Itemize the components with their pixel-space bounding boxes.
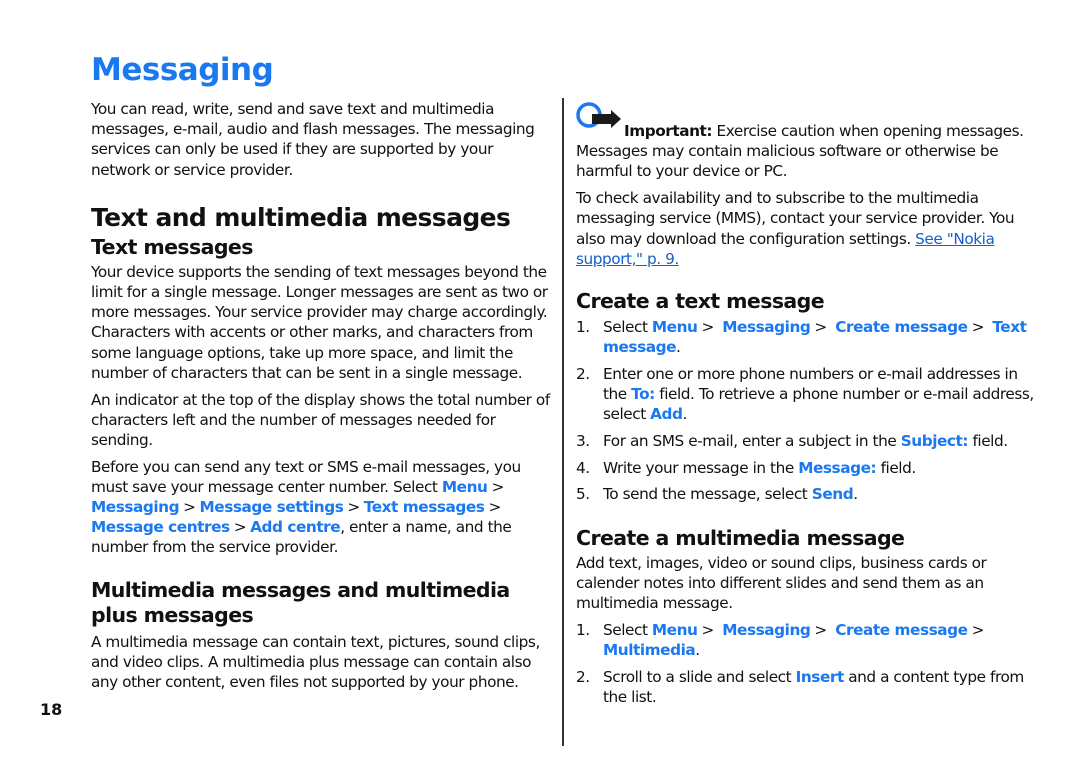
mms-paragraph: A multimedia message can contain text, p…: [91, 632, 540, 692]
important-label: Important:: [624, 122, 713, 140]
create-text-heading: Create a text message: [576, 288, 825, 313]
step-text: .: [676, 338, 681, 357]
menu-path-menu: Menu: [441, 477, 488, 496]
menu-path-menu: Menu: [651, 620, 698, 639]
column-divider: [562, 98, 564, 746]
step-text: Scroll to a slide and select: [603, 667, 796, 686]
menu-path-messaging: Messaging: [722, 317, 811, 336]
path-separator: >: [488, 498, 501, 517]
create-mms-heading: Create a multimedia message: [576, 525, 905, 550]
step-item: 4. Write your message in the Message: fi…: [576, 458, 1038, 478]
path-separator: >: [701, 317, 714, 336]
step-number: 2.: [576, 364, 590, 383]
step-text: field.: [876, 458, 917, 477]
path-separator: >: [971, 317, 985, 336]
add-option: Add: [650, 405, 683, 424]
path-separator: >: [971, 620, 985, 639]
page-title: Messaging: [91, 52, 274, 88]
menu-path-messaging: Messaging: [722, 620, 811, 639]
path-separator: >: [233, 518, 247, 537]
menu-path-message-centres: Message centres: [91, 518, 230, 537]
step-text: To send the message, select: [603, 485, 812, 504]
step-number: 3.: [576, 431, 590, 450]
step-item: 1. Select Menu > Messaging > Create messag…: [576, 317, 1038, 357]
section-title: Text and multimedia messages: [91, 202, 511, 232]
step-number: 1.: [576, 620, 590, 639]
path-separator: >: [814, 317, 827, 336]
create-mms-intro: Add text, images, video or sound clips, …: [576, 553, 987, 612]
step-number: 4.: [576, 458, 590, 477]
path-separator: >: [491, 477, 504, 496]
step-item: 3. For an SMS e-mail, enter a subject in…: [576, 431, 1038, 451]
step-item: 1. Select Menu > Messaging > Create messag…: [576, 620, 1038, 660]
send-option: Send: [811, 485, 854, 504]
menu-path-text-messages: Text messages: [363, 498, 485, 517]
path-separator: >: [183, 498, 196, 517]
step-text: field.: [968, 431, 1008, 450]
message-field-label: Message:: [798, 458, 877, 477]
right-column: Important: Exercise caution when opening…: [576, 102, 1038, 713]
menu-path-multimedia: Multimedia: [603, 640, 696, 659]
path-separator: >: [701, 620, 714, 639]
step-text: Select: [603, 620, 652, 639]
left-column: You can read, write, send and save text …: [91, 99, 553, 699]
step-text: .: [695, 640, 700, 659]
mms-heading: Multimedia messages and multimedia plus …: [91, 577, 510, 627]
subject-field-label: Subject:: [900, 431, 969, 450]
insert-option: Insert: [795, 667, 845, 686]
path-separator: >: [347, 498, 360, 517]
step-number: 2.: [576, 667, 590, 686]
mms-availability: To check availability and to subscribe t…: [576, 188, 1038, 269]
text-messages-heading: Text messages: [91, 234, 253, 259]
create-text-steps: 1. Select Menu > Messaging > Create messag…: [576, 317, 1038, 505]
step-text: .: [682, 405, 688, 424]
step-item: 5. To send the message, select Send.: [576, 484, 1038, 504]
intro-paragraph: You can read, write, send and save text …: [91, 100, 535, 179]
menu-path-messaging: Messaging: [91, 498, 180, 517]
menu-path-create-message: Create message: [835, 317, 968, 336]
step-item: 2. Scroll to a slide and select Insert a…: [576, 667, 1038, 707]
step-number: 1.: [576, 317, 590, 336]
to-field-label: To:: [631, 385, 655, 404]
important-note: Important: Exercise caution when opening…: [576, 102, 1038, 182]
step-text: For an SMS e-mail, enter a subject in th…: [603, 431, 901, 450]
menu-path-menu: Menu: [651, 317, 698, 336]
page-number: 18: [40, 700, 63, 719]
text-messages-para1: Your device supports the sending of text…: [91, 262, 548, 382]
important-hand-icon: [575, 102, 623, 134]
step-text: Select: [603, 317, 652, 336]
menu-path-message-settings: Message settings: [199, 498, 344, 517]
menu-path-create-message: Create message: [835, 620, 968, 639]
step-text: .: [853, 485, 858, 504]
create-mms-steps: 1. Select Menu > Messaging > Create messag…: [576, 620, 1038, 707]
menu-path-add-centre: Add centre: [250, 518, 341, 537]
step-item: 2. Enter one or more phone numbers or e-…: [576, 364, 1038, 425]
step-number: 5.: [576, 485, 590, 504]
step-text: Write your message in the: [603, 458, 799, 477]
text-messages-para2: An indicator at the top of the display s…: [91, 390, 550, 449]
path-separator: >: [814, 620, 827, 639]
text-messages-para3: Before you can send any text or SMS e-ma…: [91, 457, 553, 558]
